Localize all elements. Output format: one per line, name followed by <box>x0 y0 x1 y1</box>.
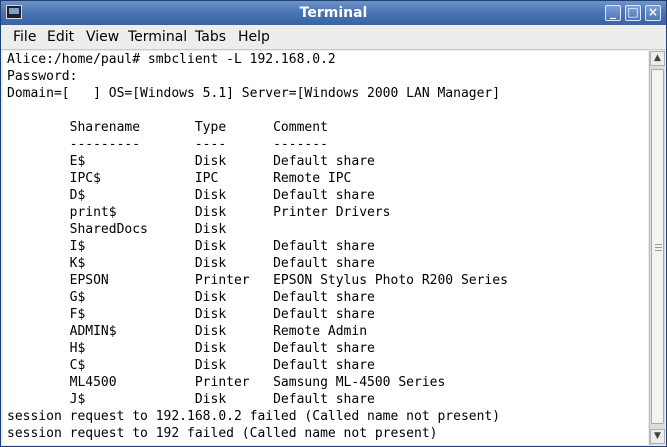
terminal-line: C$ Disk Default share <box>7 358 375 373</box>
terminal-line: H$ Disk Default share <box>7 341 375 356</box>
minimize-button[interactable]: _ <box>605 5 621 21</box>
close-button[interactable]: × <box>645 5 661 21</box>
menu-view[interactable]: View <box>86 29 119 45</box>
title-bar[interactable]: Terminal _ □ × <box>1 1 666 25</box>
vertical-scrollbar[interactable]: ▲ ▼ <box>649 51 665 445</box>
menu-bar: File Edit View Terminal Tabs Help <box>1 25 666 50</box>
terminal-line: J$ Disk Default share <box>7 392 375 407</box>
terminal-line: --------- ---- ------- <box>7 137 328 152</box>
menu-file[interactable]: File <box>13 29 36 45</box>
terminal-line: Sharename Type Comment <box>7 120 328 135</box>
maximize-button[interactable]: □ <box>625 5 641 21</box>
terminal-line: session request to 192 failed (Called na… <box>7 426 438 441</box>
terminal-line: print$ Disk Printer Drivers <box>7 205 391 220</box>
terminal-line: ML4500 Printer Samsung ML-4500 Series <box>7 375 446 390</box>
terminal-line: K$ Disk Default share <box>7 256 375 271</box>
terminal-line: I$ Disk Default share <box>7 239 375 254</box>
menu-help[interactable]: Help <box>238 29 270 45</box>
terminal-line: G$ Disk Default share <box>7 290 375 305</box>
terminal-line: Password: <box>7 69 78 84</box>
terminal-line: Domain=[ ] OS=[Windows 5.1] Server=[Wind… <box>7 86 501 101</box>
scroll-up-arrow-icon[interactable]: ▲ <box>650 51 665 66</box>
menu-terminal[interactable]: Terminal <box>128 29 187 45</box>
scrollbar-thumb[interactable] <box>651 69 664 424</box>
terminal-line: F$ Disk Default share <box>7 307 375 322</box>
terminal-line: EPSON Printer EPSON Stylus Photo R200 Se… <box>7 273 508 288</box>
menu-edit[interactable]: Edit <box>47 29 74 45</box>
terminal-line: session request to 192.168.0.2 failed (C… <box>7 409 501 424</box>
terminal-line: D$ Disk Default share <box>7 188 375 203</box>
terminal-output[interactable]: Alice:/home/paul# smbclient -L 192.168.0… <box>3 51 648 445</box>
terminal-line: E$ Disk Default share <box>7 154 375 169</box>
scroll-down-arrow-icon[interactable]: ▼ <box>650 429 665 444</box>
terminal-line: SharedDocs Disk <box>7 222 227 237</box>
terminal-line: ADMIN$ Disk Remote Admin <box>7 324 368 339</box>
terminal-line: IPC$ IPC Remote IPC <box>7 171 352 186</box>
menu-tabs[interactable]: Tabs <box>195 29 226 45</box>
terminal-line: Alice:/home/paul# smbclient -L 192.168.0… <box>7 52 336 67</box>
window-title: Terminal <box>299 5 368 21</box>
terminal-window: Terminal _ □ × File Edit View Terminal T… <box>0 0 667 447</box>
